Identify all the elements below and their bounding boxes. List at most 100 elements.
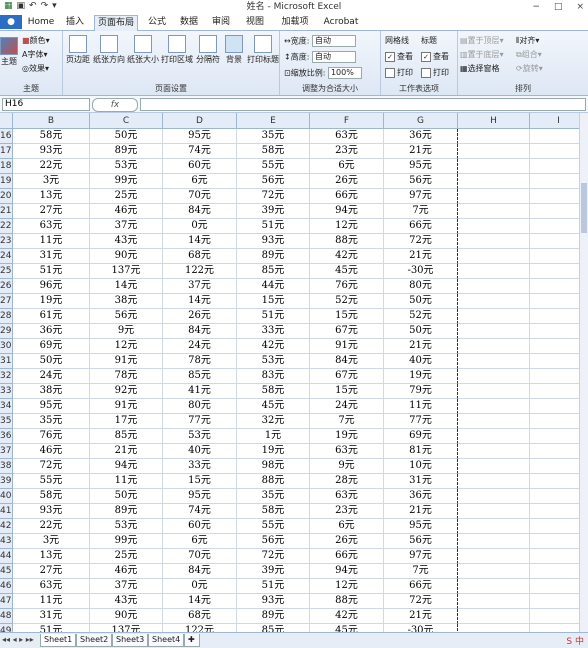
tab-insert[interactable]: 插入 <box>62 15 88 29</box>
table-cell[interactable]: 14元 <box>163 234 237 249</box>
print-titles-button[interactable]: 打印标题 <box>247 35 279 65</box>
table-cell[interactable]: 14元 <box>163 294 237 309</box>
table-cell[interactable]: 50元 <box>384 294 458 309</box>
empty-cell[interactable] <box>458 549 530 564</box>
table-cell[interactable]: 96元 <box>13 279 90 294</box>
table-cell[interactable]: 72元 <box>384 594 458 609</box>
table-cell[interactable]: 63元 <box>310 129 384 144</box>
row-header[interactable]: 36 <box>0 429 13 444</box>
table-cell[interactable]: 10元 <box>384 459 458 474</box>
empty-cell[interactable] <box>458 624 530 632</box>
tab-review[interactable]: 审阅 <box>208 15 234 29</box>
table-cell[interactable]: 52元 <box>310 294 384 309</box>
empty-cell[interactable] <box>458 219 530 234</box>
table-cell[interactable]: 84元 <box>163 204 237 219</box>
row-header[interactable]: 18 <box>0 159 13 174</box>
table-cell[interactable]: 24元 <box>13 369 90 384</box>
row-header[interactable]: 24 <box>0 249 13 264</box>
table-cell[interactable]: 69元 <box>384 429 458 444</box>
table-cell[interactable]: 14元 <box>90 279 163 294</box>
column-header-H[interactable]: H <box>458 113 530 129</box>
table-cell[interactable]: 137元 <box>90 624 163 632</box>
table-cell[interactable]: 81元 <box>384 444 458 459</box>
table-cell[interactable]: 15元 <box>310 309 384 324</box>
vertical-scrollbar[interactable] <box>579 113 588 632</box>
send-to-back-button[interactable]: ▥置于底层▾ <box>460 49 504 60</box>
column-header-G[interactable]: G <box>384 113 458 129</box>
table-cell[interactable]: 6元 <box>163 534 237 549</box>
table-cell[interactable]: 43元 <box>90 234 163 249</box>
row-header[interactable]: 43 <box>0 534 13 549</box>
row-header[interactable]: 44 <box>0 549 13 564</box>
table-cell[interactable]: 6元 <box>310 519 384 534</box>
table-cell[interactable]: 31元 <box>384 474 458 489</box>
table-cell[interactable]: 55元 <box>237 159 310 174</box>
table-cell[interactable]: 51元 <box>237 309 310 324</box>
table-cell[interactable]: 42元 <box>237 339 310 354</box>
empty-cell[interactable] <box>458 159 530 174</box>
table-cell[interactable]: 85元 <box>237 264 310 279</box>
table-cell[interactable]: 93元 <box>237 594 310 609</box>
table-cell[interactable]: 55元 <box>237 519 310 534</box>
tab-data[interactable]: 数据 <box>176 15 202 29</box>
table-cell[interactable]: 85元 <box>237 624 310 632</box>
table-cell[interactable]: 74元 <box>163 504 237 519</box>
table-cell[interactable]: 13元 <box>13 189 90 204</box>
column-header-B[interactable]: B <box>13 113 90 129</box>
empty-cell[interactable] <box>458 564 530 579</box>
table-cell[interactable]: 56元 <box>237 174 310 189</box>
table-cell[interactable]: 99元 <box>90 174 163 189</box>
table-cell[interactable]: 26元 <box>310 174 384 189</box>
table-cell[interactable]: 35元 <box>237 489 310 504</box>
table-cell[interactable]: 91元 <box>90 399 163 414</box>
tab-acrobat[interactable]: Acrobat <box>320 15 362 29</box>
table-cell[interactable]: 31元 <box>13 249 90 264</box>
table-cell[interactable]: 36元 <box>13 324 90 339</box>
row-header[interactable]: 33 <box>0 384 13 399</box>
table-cell[interactable]: 9元 <box>90 324 163 339</box>
row-header[interactable]: 34 <box>0 399 13 414</box>
table-cell[interactable]: 76元 <box>13 429 90 444</box>
table-cell[interactable]: 1元 <box>237 429 310 444</box>
table-cell[interactable]: 51元 <box>13 264 90 279</box>
row-header[interactable]: 21 <box>0 204 13 219</box>
row-header[interactable]: 46 <box>0 579 13 594</box>
table-cell[interactable]: 11元 <box>13 234 90 249</box>
empty-cell[interactable] <box>458 519 530 534</box>
table-cell[interactable]: 78元 <box>163 354 237 369</box>
headings-view-checkbox[interactable]: ✓ 查看 <box>421 51 449 62</box>
table-cell[interactable]: 39元 <box>237 204 310 219</box>
table-cell[interactable]: 95元 <box>163 489 237 504</box>
table-cell[interactable]: 23元 <box>310 504 384 519</box>
table-cell[interactable]: 76元 <box>310 279 384 294</box>
table-cell[interactable]: 58元 <box>237 504 310 519</box>
table-cell[interactable]: 37元 <box>163 279 237 294</box>
scrollbar-thumb[interactable] <box>581 183 587 233</box>
row-header[interactable]: 26 <box>0 279 13 294</box>
table-cell[interactable]: 77元 <box>163 414 237 429</box>
sheet-tab-4[interactable]: Sheet4 <box>148 634 185 647</box>
row-header[interactable]: 39 <box>0 474 13 489</box>
empty-cell[interactable] <box>458 204 530 219</box>
table-cell[interactable]: 33元 <box>163 459 237 474</box>
table-cell[interactable]: 21元 <box>384 339 458 354</box>
table-cell[interactable]: 25元 <box>90 189 163 204</box>
selection-pane-button[interactable]: ▦选择窗格 <box>460 63 500 74</box>
table-cell[interactable]: 93元 <box>13 504 90 519</box>
table-cell[interactable]: 9元 <box>310 459 384 474</box>
table-cell[interactable]: 33元 <box>237 324 310 339</box>
table-cell[interactable]: 45元 <box>237 399 310 414</box>
table-cell[interactable]: 23元 <box>310 144 384 159</box>
table-cell[interactable]: 35元 <box>237 129 310 144</box>
table-cell[interactable]: 56元 <box>90 309 163 324</box>
row-header[interactable]: 17 <box>0 144 13 159</box>
table-cell[interactable]: 95元 <box>384 519 458 534</box>
table-cell[interactable]: 98元 <box>237 459 310 474</box>
row-header[interactable]: 29 <box>0 324 13 339</box>
gridlines-view-checkbox[interactable]: ✓ 查看 <box>385 51 413 62</box>
table-cell[interactable]: -30元 <box>384 624 458 632</box>
empty-cell[interactable] <box>458 444 530 459</box>
table-cell[interactable]: 38元 <box>90 294 163 309</box>
table-cell[interactable]: 50元 <box>13 354 90 369</box>
empty-cell[interactable] <box>458 189 530 204</box>
